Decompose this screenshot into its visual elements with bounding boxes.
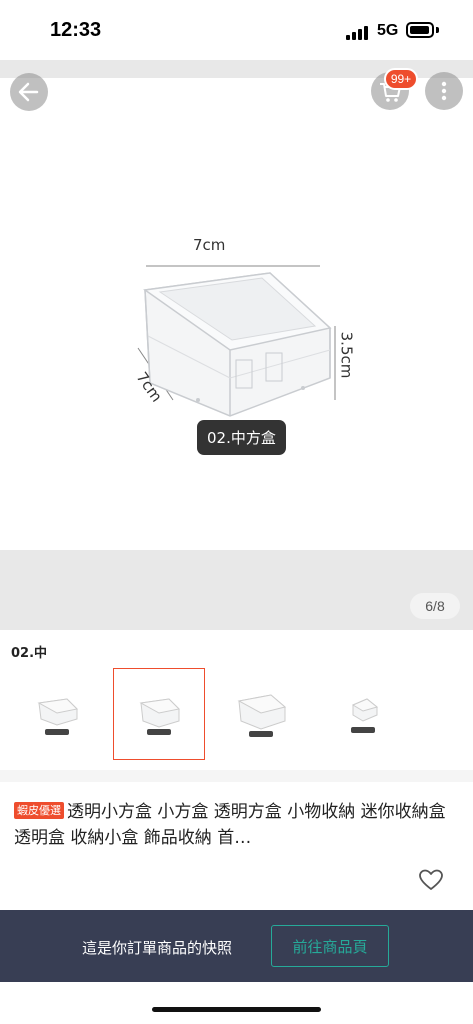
status-time: 12:33 (50, 19, 102, 41)
snapshot-text: 這是你訂單商品的快照 (82, 939, 233, 957)
cart-count-badge: 99+ (384, 68, 418, 90)
section-divider (0, 770, 473, 782)
variant-thumb-2[interactable] (113, 668, 205, 760)
back-arrow-icon (18, 82, 39, 102)
variant-selector: 02.中 (0, 630, 473, 770)
thumb-box-image (237, 694, 287, 737)
thumb-box-image (37, 698, 79, 735)
image-counter: 6/8 (410, 593, 460, 619)
network-label: 5G (377, 22, 399, 39)
thumb-box-image (351, 698, 379, 733)
preferred-badge: 蝦皮優選 (14, 802, 64, 819)
box-illustration (137, 265, 336, 417)
goto-product-button[interactable]: 前往商品頁 (271, 925, 389, 967)
battery-icon (406, 22, 434, 38)
thumb-box-image (139, 698, 181, 735)
product-title-section: 蝦皮優選 透明小方盒 小方盒 透明方盒 小物收納 迷你收納盒 透明盒 收納小盒 飾… (0, 782, 473, 910)
variant-chip: 02.中方盒 (197, 420, 286, 455)
more-options-button[interactable] (425, 72, 463, 110)
home-area (0, 982, 473, 1024)
more-vertical-icon (441, 81, 447, 101)
variant-thumb-1[interactable] (11, 668, 103, 760)
product-title: 蝦皮優選 透明小方盒 小方盒 透明方盒 小物收納 迷你收納盒 透明盒 收納小盒 飾… (14, 799, 454, 851)
dimension-top-label: 7cm (193, 236, 226, 254)
heart-icon[interactable] (418, 868, 444, 892)
back-button[interactable] (10, 73, 48, 111)
dimension-right-label: 3.5cm (337, 331, 356, 379)
home-indicator[interactable] (152, 1007, 321, 1012)
variant-selected-label: 02.中 (11, 646, 48, 661)
snapshot-footer: 這是你訂單商品的快照 前往商品頁 (0, 910, 473, 982)
product-image: 7cm 7cm 3.5cm (0, 78, 473, 550)
product-title-text: 透明小方盒 小方盒 透明方盒 小物收納 迷你收納盒 透明盒 收納小盒 飾品收納 … (14, 802, 446, 848)
status-bar: 12:33 5G (0, 0, 473, 60)
product-image-gallery[interactable]: 7cm 7cm 3.5cm 99+ 02.中方盒 6/8 (0, 60, 473, 630)
variant-thumb-4[interactable] (317, 668, 409, 760)
signal-icon (346, 24, 370, 40)
battery-tip (436, 27, 439, 33)
variant-thumb-3[interactable] (215, 668, 307, 760)
